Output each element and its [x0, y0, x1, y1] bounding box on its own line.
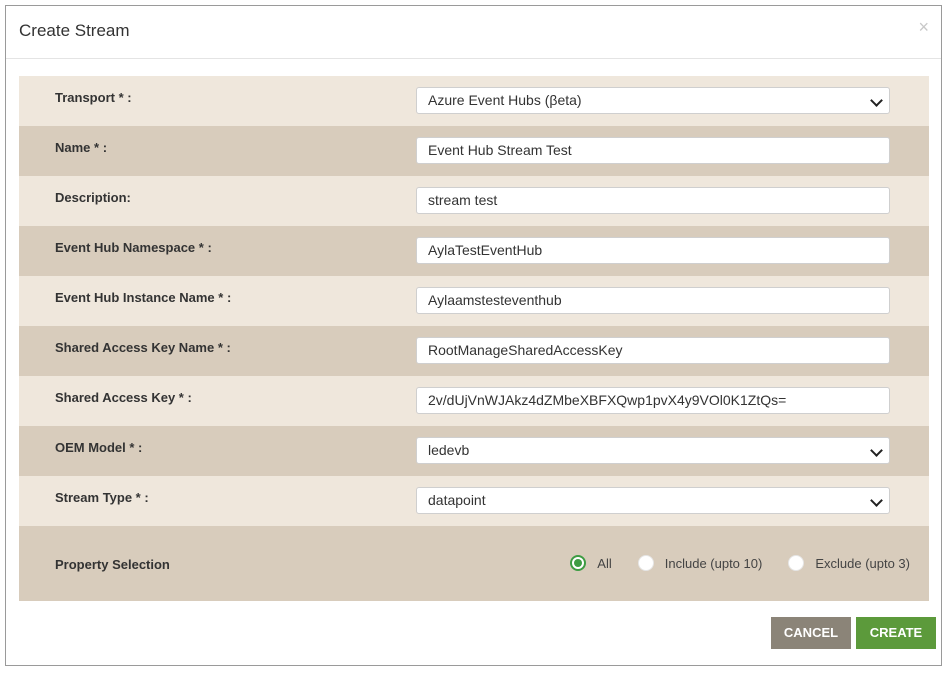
name-input[interactable]: Event Hub Stream Test	[416, 137, 890, 164]
radio-icon[interactable]	[570, 555, 587, 571]
chevron-down-icon	[870, 94, 883, 107]
cancel-button[interactable]: CANCEL	[771, 617, 851, 649]
description-label: Description:	[55, 190, 131, 205]
stream-type-select[interactable]: datapoint	[416, 487, 890, 514]
radio-icon[interactable]	[788, 555, 805, 571]
field-row-namespace: Event Hub Namespace * : AylaTestEventHub	[19, 226, 929, 276]
namespace-input[interactable]: AylaTestEventHub	[416, 237, 890, 264]
stream-type-select-value: datapoint	[428, 492, 486, 508]
transport-select-value: Azure Event Hubs (βeta)	[428, 92, 582, 108]
field-row-property-selection: Property Selection All Include (upto 10)…	[19, 526, 929, 601]
modal-header: Create Stream ×	[6, 6, 941, 59]
create-button[interactable]: CREATE	[856, 617, 936, 649]
field-row-key-name: Shared Access Key Name * : RootManageSha…	[19, 326, 929, 376]
access-key-label: Shared Access Key * :	[55, 390, 192, 405]
close-icon[interactable]: ×	[918, 18, 929, 36]
oem-model-select-value: ledevb	[428, 442, 470, 458]
property-selection-radio-group: All Include (upto 10) Exclude (upto 3)	[544, 555, 910, 571]
radio-option-all[interactable]: All	[570, 555, 612, 571]
access-key-input[interactable]: 2v/dUjVnWJAkz4dZMbeXBFXQwp1pvX4y9VOl0K1Z…	[416, 387, 890, 414]
radio-label-all: All	[597, 555, 612, 571]
instance-name-label: Event Hub Instance Name * :	[55, 290, 232, 305]
description-input[interactable]: stream test	[416, 187, 890, 214]
radio-option-exclude[interactable]: Exclude (upto 3)	[788, 555, 910, 571]
transport-label: Transport * :	[55, 90, 132, 105]
oem-model-label: OEM Model * :	[55, 440, 143, 455]
radio-label-include: Include (upto 10)	[664, 555, 763, 571]
field-row-oem-model: OEM Model * : ledevb	[19, 426, 929, 476]
chevron-down-icon	[870, 444, 883, 457]
radio-label-exclude: Exclude (upto 3)	[815, 555, 910, 571]
modal-title: Create Stream	[19, 21, 130, 40]
stream-form: Transport * : Azure Event Hubs (βeta) Na…	[19, 76, 929, 601]
field-row-description: Description: stream test	[19, 176, 929, 226]
name-label: Name * :	[55, 140, 108, 155]
key-name-label: Shared Access Key Name * :	[55, 340, 231, 355]
radio-icon[interactable]	[637, 555, 654, 571]
field-row-instance-name: Event Hub Instance Name * : Aylaamsteste…	[19, 276, 929, 326]
radio-option-include[interactable]: Include (upto 10)	[637, 555, 763, 571]
property-selection-label: Property Selection	[55, 557, 170, 572]
field-row-access-key: Shared Access Key * : 2v/dUjVnWJAkz4dZMb…	[19, 376, 929, 426]
stream-type-label: Stream Type * :	[55, 490, 149, 505]
field-row-stream-type: Stream Type * : datapoint	[19, 476, 929, 526]
key-name-input[interactable]: RootManageSharedAccessKey	[416, 337, 890, 364]
field-row-transport: Transport * : Azure Event Hubs (βeta)	[19, 76, 929, 126]
transport-select[interactable]: Azure Event Hubs (βeta)	[416, 87, 890, 114]
chevron-down-icon	[870, 494, 883, 507]
oem-model-select[interactable]: ledevb	[416, 437, 890, 464]
namespace-label: Event Hub Namespace * :	[55, 240, 212, 255]
modal-footer: CANCEL CREATE	[766, 617, 936, 649]
instance-name-input[interactable]: Aylaamstesteventhub	[416, 287, 890, 314]
create-stream-dialog: Create Stream × Transport * : Azure Even…	[5, 5, 942, 666]
field-row-name: Name * : Event Hub Stream Test	[19, 126, 929, 176]
